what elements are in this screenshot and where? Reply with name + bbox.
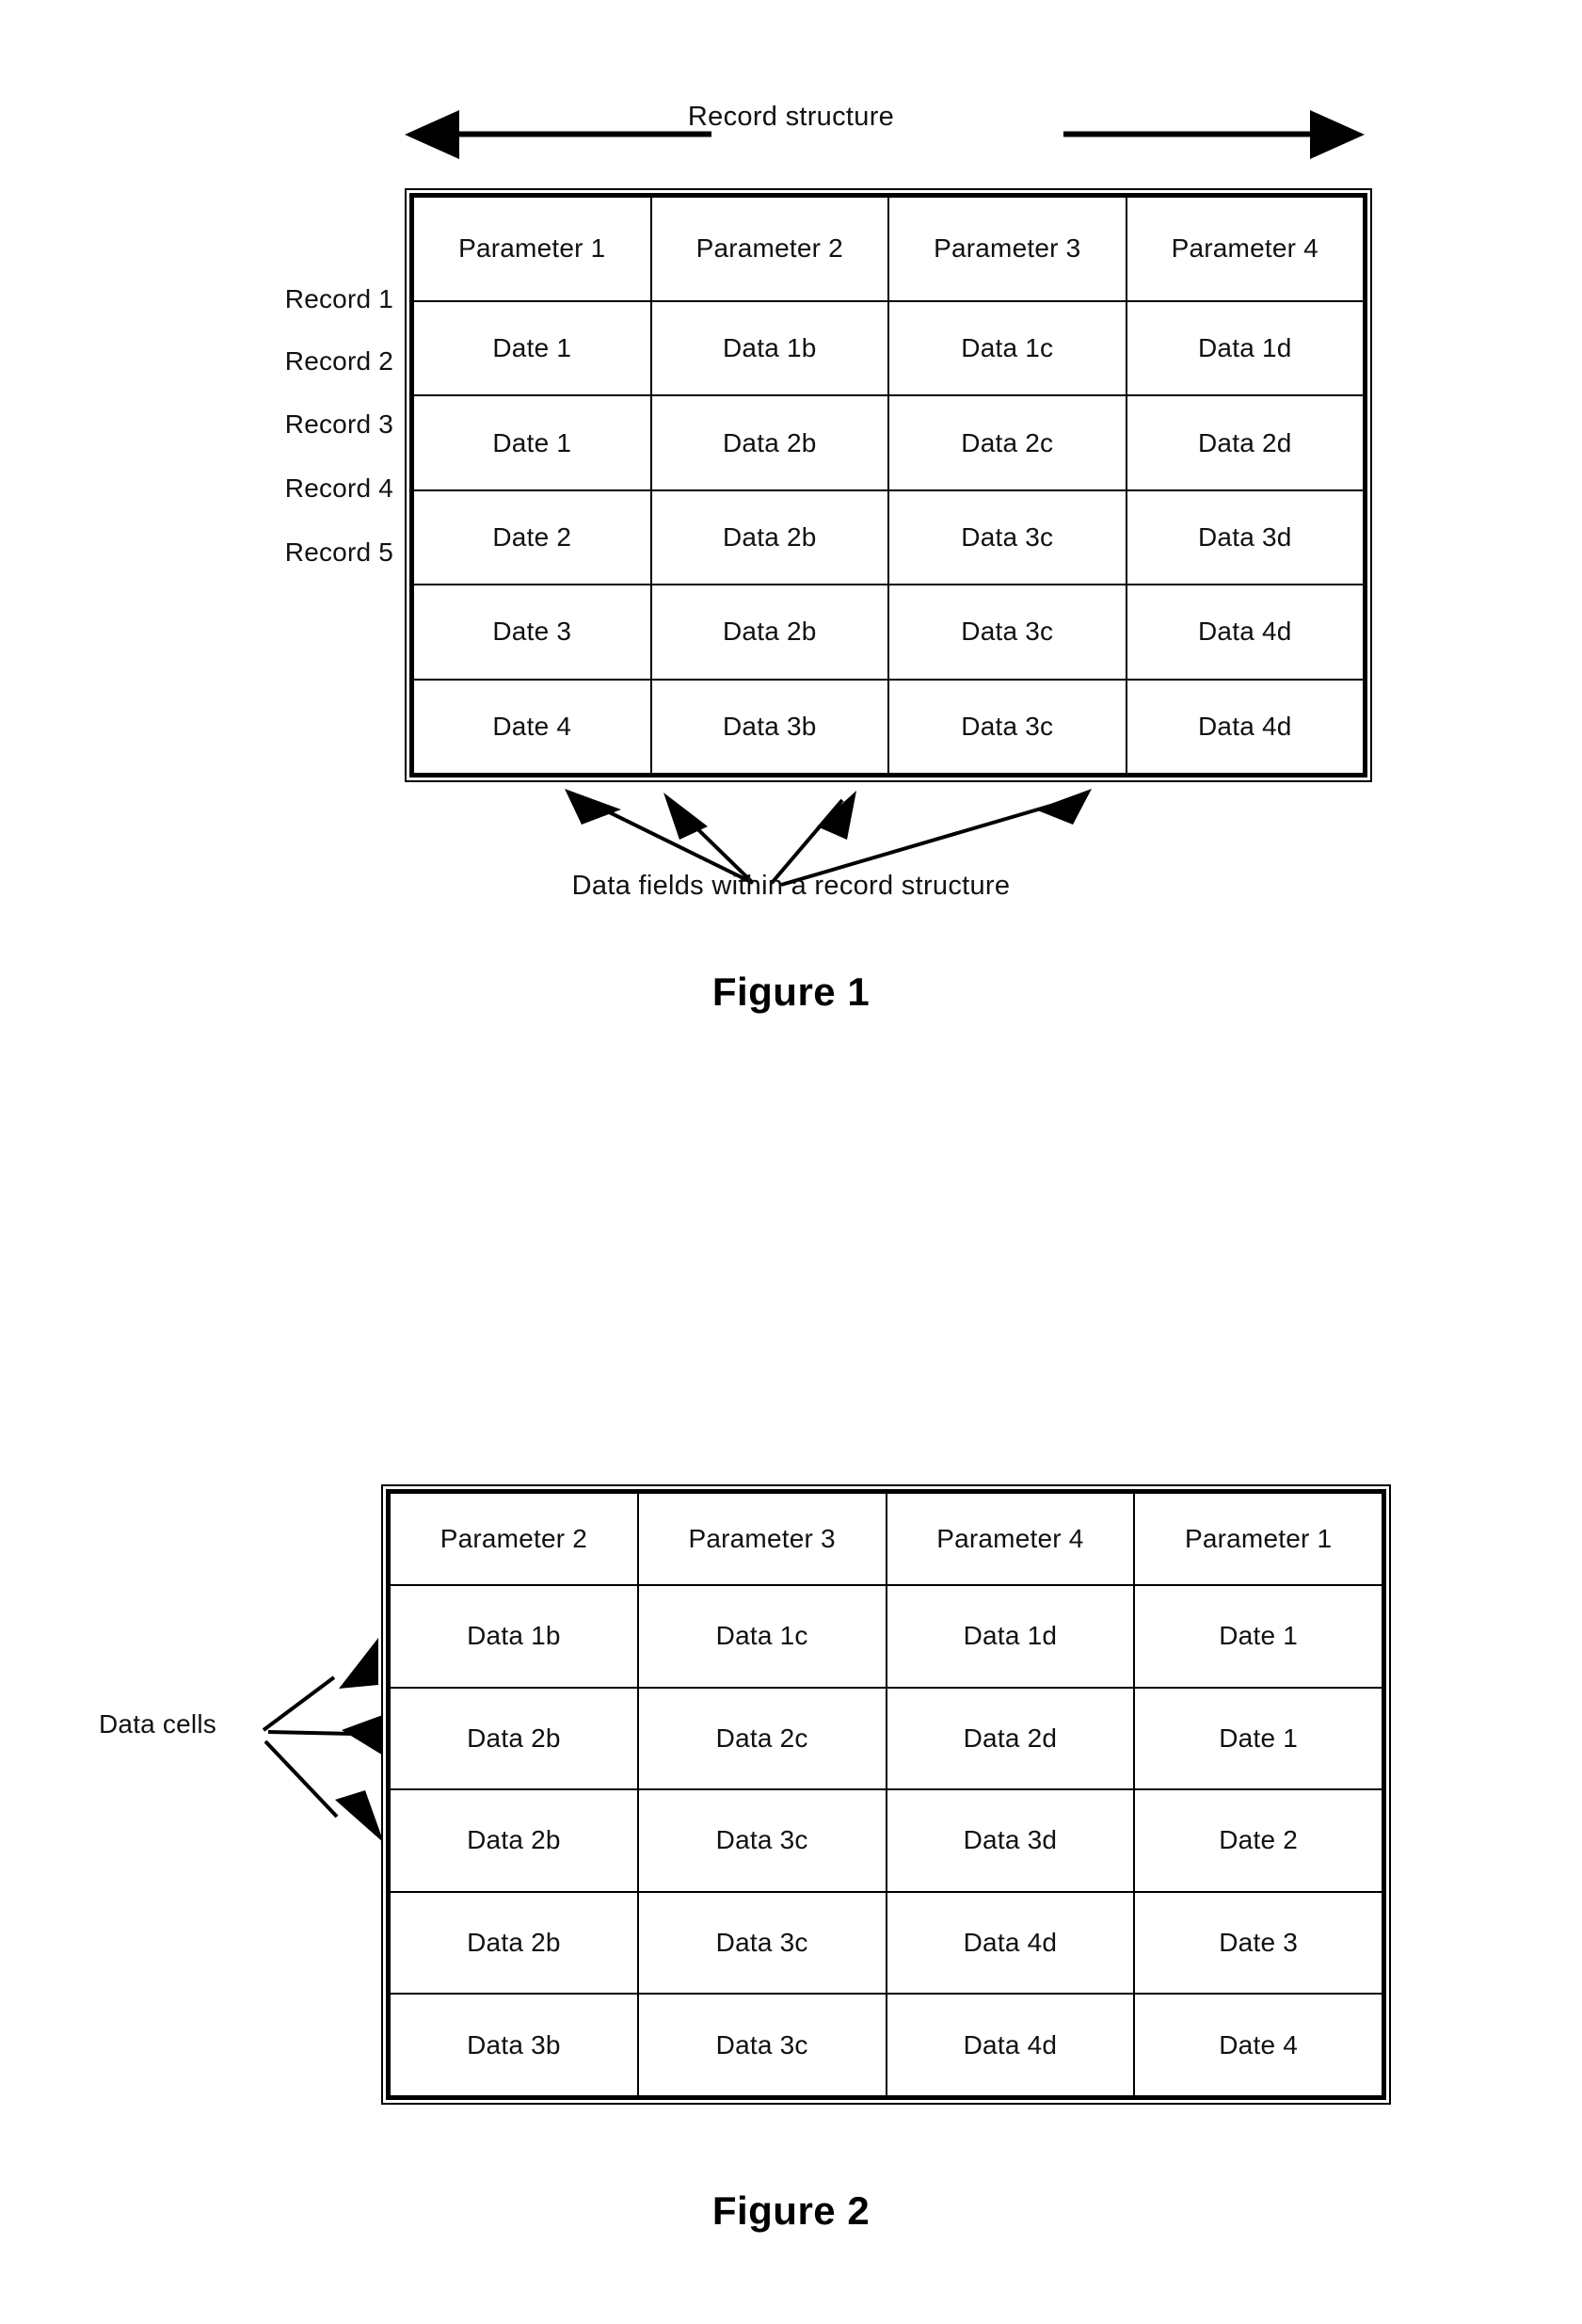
fig2-cell: Data 3d bbox=[885, 1788, 1136, 1893]
fig1-cell: Date 2 bbox=[412, 489, 652, 586]
fig1-cell: Data 2b bbox=[649, 394, 889, 491]
fig2-cell: Data 2c bbox=[636, 1686, 887, 1791]
fig1-cell: Data 2b bbox=[649, 584, 889, 681]
record-row-label-1: Record 1 bbox=[284, 284, 393, 313]
figure-1-caption: Figure 1 bbox=[711, 970, 871, 1014]
fig2-cell: Data 2d bbox=[885, 1686, 1136, 1791]
fig2-cell: Data 2b bbox=[389, 1890, 639, 1995]
fig2-cell: Data 3c bbox=[636, 1890, 887, 1995]
fig1-header-cell: Parameter 4 bbox=[1125, 196, 1365, 302]
table-row: Date 2 Data 2b Data 3c Data 3d bbox=[412, 489, 1365, 586]
record-row-label-3: Record 3 bbox=[284, 409, 393, 439]
data-fields-caption: Data fields within a record structure bbox=[571, 871, 1011, 901]
fig2-cell: Data 3b bbox=[389, 1993, 639, 2097]
fig2-cell: Data 3c bbox=[636, 1788, 887, 1893]
table-row: Data 2b Data 3c Data 3d Date 2 bbox=[389, 1788, 1383, 1893]
figure-1: Record structure Record 1 Record 2 Recor… bbox=[0, 0, 1582, 1054]
fig2-table: Parameter 2 Parameter 3 Parameter 4 Para… bbox=[389, 1492, 1383, 2097]
fig2-cell: Date 1 bbox=[1133, 1583, 1383, 1689]
record-row-label-4: Record 4 bbox=[284, 473, 393, 503]
table-row: Data 2b Data 2c Data 2d Date 1 bbox=[389, 1686, 1383, 1791]
fig2-cell: Date 2 bbox=[1133, 1788, 1383, 1893]
fig2-header-cell: Parameter 1 bbox=[1133, 1492, 1383, 1586]
fig1-cell: Data 1c bbox=[887, 299, 1127, 397]
fig2-cell: Data 2b bbox=[389, 1686, 639, 1791]
figure-sheet: Record structure Record 1 Record 2 Recor… bbox=[0, 0, 1582, 2324]
fig2-header-cell: Parameter 3 bbox=[636, 1492, 887, 1586]
record-structure-table: Parameter 1 Parameter 2 Parameter 3 Para… bbox=[409, 193, 1367, 777]
fig1-cell: Data 1d bbox=[1125, 299, 1365, 397]
table-row: Date 4 Data 3b Data 3c Data 4d bbox=[412, 678, 1365, 776]
fig1-cell: Data 3c bbox=[887, 678, 1127, 776]
fig1-cell: Data 2b bbox=[649, 489, 889, 586]
record-structure-label: Record structure bbox=[687, 102, 895, 132]
data-cells-table: Parameter 2 Parameter 3 Parameter 4 Para… bbox=[386, 1489, 1386, 2100]
table-row: Date 1 Data 2b Data 2c Data 2d bbox=[412, 394, 1365, 491]
fig1-header-cell: Parameter 3 bbox=[887, 196, 1127, 302]
fig1-cell: Data 3d bbox=[1125, 489, 1365, 586]
fig2-cell: Data 2b bbox=[389, 1788, 639, 1893]
table-row: Data 3b Data 3c Data 4d Date 4 bbox=[389, 1993, 1383, 2097]
fig2-cell: Data 1b bbox=[389, 1583, 639, 1689]
table-row: Date 3 Data 2b Data 3c Data 4d bbox=[412, 584, 1365, 681]
table-header-row: Parameter 1 Parameter 2 Parameter 3 Para… bbox=[412, 196, 1365, 302]
fig2-cell: Data 1c bbox=[636, 1583, 887, 1689]
fig1-cell: Date 3 bbox=[412, 584, 652, 681]
fig1-cell: Data 2d bbox=[1125, 394, 1365, 491]
fig2-cell: Data 4d bbox=[885, 1890, 1136, 1995]
record-row-label-2: Record 2 bbox=[284, 346, 393, 376]
fig1-cell: Data 3c bbox=[887, 489, 1127, 586]
fig2-cell: Date 3 bbox=[1133, 1890, 1383, 1995]
fig2-cell: Date 4 bbox=[1133, 1993, 1383, 2097]
fig2-cell: Data 4d bbox=[885, 1993, 1136, 2097]
fig1-cell: Data 2c bbox=[887, 394, 1127, 491]
fig1-cell: Data 1b bbox=[649, 299, 889, 397]
fig1-cell: Data 4d bbox=[1125, 678, 1365, 776]
table-row: Data 2b Data 3c Data 4d Date 3 bbox=[389, 1890, 1383, 1995]
table-row: Date 1 Data 1b Data 1c Data 1d bbox=[412, 299, 1365, 397]
fig1-cell: Data 3b bbox=[649, 678, 889, 776]
fig2-cell: Data 1d bbox=[885, 1583, 1136, 1689]
fig1-cell: Date 1 bbox=[412, 299, 652, 397]
fig1-cell: Data 3c bbox=[887, 584, 1127, 681]
fig1-header-cell: Parameter 2 bbox=[649, 196, 889, 302]
fig2-cell: Data 3c bbox=[636, 1993, 887, 2097]
fig2-header-cell: Parameter 4 bbox=[885, 1492, 1136, 1586]
fig2-cell: Date 1 bbox=[1133, 1686, 1383, 1791]
table-row: Data 1b Data 1c Data 1d Date 1 bbox=[389, 1583, 1383, 1689]
fig2-header-cell: Parameter 2 bbox=[389, 1492, 639, 1586]
figure-2-caption: Figure 2 bbox=[711, 2188, 871, 2233]
fig1-cell: Date 1 bbox=[412, 394, 652, 491]
fig1-cell: Data 4d bbox=[1125, 584, 1365, 681]
record-row-label-5: Record 5 bbox=[284, 537, 393, 567]
fig1-header-cell: Parameter 1 bbox=[412, 196, 652, 302]
fig1-table: Parameter 1 Parameter 2 Parameter 3 Para… bbox=[412, 196, 1365, 776]
fig1-cell: Date 4 bbox=[412, 678, 652, 776]
table-header-row: Parameter 2 Parameter 3 Parameter 4 Para… bbox=[389, 1492, 1383, 1586]
data-cells-label: Data cells bbox=[99, 1709, 216, 1739]
